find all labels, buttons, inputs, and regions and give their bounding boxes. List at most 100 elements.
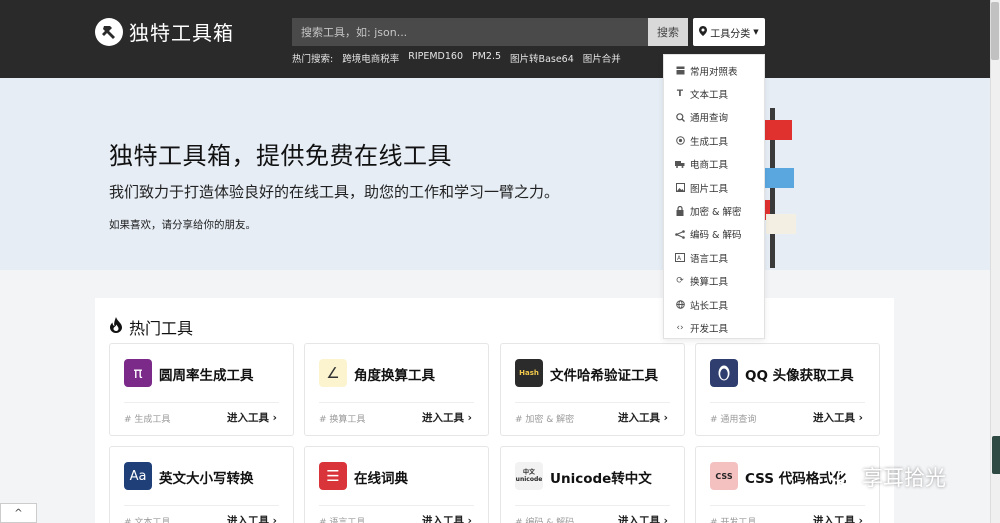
category-item[interactable]: ⟳ 换算工具 bbox=[664, 270, 764, 293]
hot-search-link[interactable]: 图片转Base64 bbox=[510, 51, 574, 65]
tool-divider bbox=[124, 505, 279, 506]
tool-divider bbox=[319, 505, 474, 506]
chevron-right-icon: › bbox=[467, 412, 472, 424]
tool-tag[interactable]: # 生成工具 bbox=[124, 412, 170, 425]
tool-divider bbox=[710, 505, 865, 506]
tool-tag[interactable]: # 文本工具 bbox=[124, 515, 170, 523]
hot-search-link[interactable]: RIPEMD160 bbox=[408, 51, 463, 65]
enter-tool-link[interactable]: 进入工具 › bbox=[813, 513, 863, 523]
category-item[interactable]: ‹› 开发工具 bbox=[664, 316, 764, 339]
category-item[interactable]: A 语言工具 bbox=[664, 246, 764, 269]
logo-text: 独特工具箱 bbox=[129, 21, 234, 45]
enter-tool-link[interactable]: 进入工具 › bbox=[813, 410, 863, 425]
enter-tool-link[interactable]: 进入工具 › bbox=[227, 410, 277, 425]
category-dropdown-button[interactable]: 工具分类 ▼ bbox=[693, 18, 765, 46]
chevron-right-icon: › bbox=[858, 515, 863, 523]
chevron-right-icon: › bbox=[272, 515, 277, 523]
tool-divider bbox=[124, 402, 279, 403]
angle-icon: ∠ bbox=[319, 359, 347, 387]
search-button[interactable]: 搜索 bbox=[648, 18, 688, 46]
tool-tag[interactable]: # 编码 & 解码 bbox=[515, 515, 574, 523]
enter-tool-link[interactable]: 进入工具 › bbox=[618, 513, 668, 523]
tool-card[interactable]: QQ 头像获取工具 # 通用查询 进入工具 › bbox=[695, 343, 880, 436]
image-icon bbox=[675, 183, 685, 193]
hash-icon: Hash bbox=[515, 359, 543, 387]
chevron-right-icon: › bbox=[663, 515, 668, 523]
hot-search-link[interactable]: 跨境电商税率 bbox=[342, 51, 399, 65]
language-icon: A bbox=[675, 253, 685, 263]
tool-tag[interactable]: # 加密 & 解密 bbox=[515, 412, 574, 425]
hot-search-link[interactable]: PM2.5 bbox=[472, 51, 501, 65]
hero-title: 独特工具箱，提供免费在线工具 bbox=[109, 142, 452, 170]
category-dropdown-menu: 常用对照表 T 文本工具 通用查询 生成工具 电商工具 图片工具 加密 & 解密… bbox=[663, 54, 765, 339]
tool-name: Unicode转中文 bbox=[550, 471, 652, 487]
search-icon bbox=[675, 112, 685, 122]
tool-divider bbox=[710, 402, 865, 403]
tool-tag[interactable]: # 换算工具 bbox=[319, 412, 365, 425]
tool-name: QQ 头像获取工具 bbox=[745, 368, 854, 384]
back-to-top-button[interactable]: ^ bbox=[0, 503, 37, 523]
site-logo[interactable]: 独特工具箱 bbox=[95, 17, 234, 46]
truck-icon bbox=[675, 159, 685, 169]
qq-penguin-icon bbox=[710, 359, 738, 387]
hero-subtitle: 我们致力于打造体验良好的在线工具，助您的工作和学习一臂之力。 bbox=[109, 183, 560, 201]
hero-banner: 独特工具箱，提供免费在线工具 我们致力于打造体验良好的在线工具，助您的工作和学习… bbox=[0, 78, 990, 270]
fire-icon bbox=[109, 317, 123, 337]
lock-icon bbox=[675, 206, 685, 217]
refresh-icon: ⟳ bbox=[676, 276, 684, 287]
category-item[interactable]: 通用查询 bbox=[664, 106, 764, 129]
tool-name: 在线词典 bbox=[354, 471, 408, 487]
unicode-icon: 中文 unicode bbox=[515, 462, 543, 490]
tool-tag[interactable]: # 开发工具 bbox=[710, 515, 756, 523]
category-item[interactable]: 生成工具 bbox=[664, 129, 764, 152]
tool-tag[interactable]: # 通用查询 bbox=[710, 412, 756, 425]
tool-card[interactable]: ∠ 角度换算工具 # 换算工具 进入工具 › bbox=[304, 343, 489, 436]
tool-tag[interactable]: # 语言工具 bbox=[319, 515, 365, 523]
enter-tool-link[interactable]: 进入工具 › bbox=[422, 410, 472, 425]
side-feedback-tab[interactable] bbox=[992, 436, 1000, 474]
hot-search-link[interactable]: 图片合并 bbox=[583, 51, 621, 65]
code-icon: ‹› bbox=[676, 322, 684, 333]
category-item[interactable]: 图片工具 bbox=[664, 176, 764, 199]
tool-card[interactable]: ☰ 在线词典 # 语言工具 进入工具 › bbox=[304, 446, 489, 523]
category-item[interactable]: 编码 & 解码 bbox=[664, 223, 764, 246]
watermark-text: 享耳拾光 bbox=[862, 466, 946, 490]
hot-searches-label: 热门搜索: bbox=[292, 54, 334, 65]
chevron-right-icon: › bbox=[663, 412, 668, 424]
hammer-icon bbox=[95, 17, 123, 46]
scrollbar-thumb[interactable] bbox=[991, 2, 999, 60]
tool-card[interactable]: π 圆周率生成工具 # 生成工具 进入工具 › bbox=[109, 343, 294, 436]
category-item[interactable]: T 文本工具 bbox=[664, 82, 764, 105]
category-item[interactable]: 电商工具 bbox=[664, 153, 764, 176]
category-item[interactable]: 常用对照表 bbox=[664, 59, 764, 82]
hot-tools-heading: 热门工具 bbox=[109, 315, 193, 339]
code-branch-icon bbox=[675, 229, 685, 239]
generate-icon bbox=[675, 136, 685, 146]
enter-tool-link[interactable]: 进入工具 › bbox=[227, 513, 277, 523]
text-icon: T bbox=[676, 89, 684, 100]
dictionary-icon: ☰ bbox=[319, 462, 347, 490]
letter-case-icon: Aa bbox=[124, 462, 152, 490]
search-input[interactable] bbox=[292, 18, 648, 46]
globe-icon bbox=[675, 300, 685, 310]
table-icon bbox=[675, 66, 685, 76]
category-item[interactable]: 站长工具 bbox=[664, 293, 764, 316]
tool-card[interactable]: Aa 英文大小写转换 # 文本工具 进入工具 › bbox=[109, 446, 294, 523]
tool-card[interactable]: Hash 文件哈希验证工具 # 加密 & 解密 进入工具 › bbox=[500, 343, 685, 436]
category-item[interactable]: 加密 & 解密 bbox=[664, 199, 764, 222]
chevron-right-icon: › bbox=[467, 515, 472, 523]
css-file-icon: CSS bbox=[710, 462, 738, 490]
watermark: 享耳拾光 bbox=[828, 462, 946, 492]
tool-card[interactable]: 中文 unicode Unicode转中文 # 编码 & 解码 进入工具 › bbox=[500, 446, 685, 523]
tool-name: 圆周率生成工具 bbox=[159, 368, 254, 384]
map-pin-icon bbox=[699, 25, 708, 39]
enter-tool-link[interactable]: 进入工具 › bbox=[618, 410, 668, 425]
enter-tool-link[interactable]: 进入工具 › bbox=[422, 513, 472, 523]
tool-name: 英文大小写转换 bbox=[159, 471, 254, 487]
caret-down-icon: ▼ bbox=[753, 28, 759, 36]
pi-icon: π bbox=[124, 359, 152, 387]
section-title-text: 热门工具 bbox=[129, 319, 194, 338]
hot-searches: 热门搜索: 跨境电商税率 RIPEMD160 PM2.5 图片转Base64 图… bbox=[292, 51, 621, 65]
tool-divider bbox=[319, 402, 474, 403]
chevron-right-icon: › bbox=[858, 412, 863, 424]
